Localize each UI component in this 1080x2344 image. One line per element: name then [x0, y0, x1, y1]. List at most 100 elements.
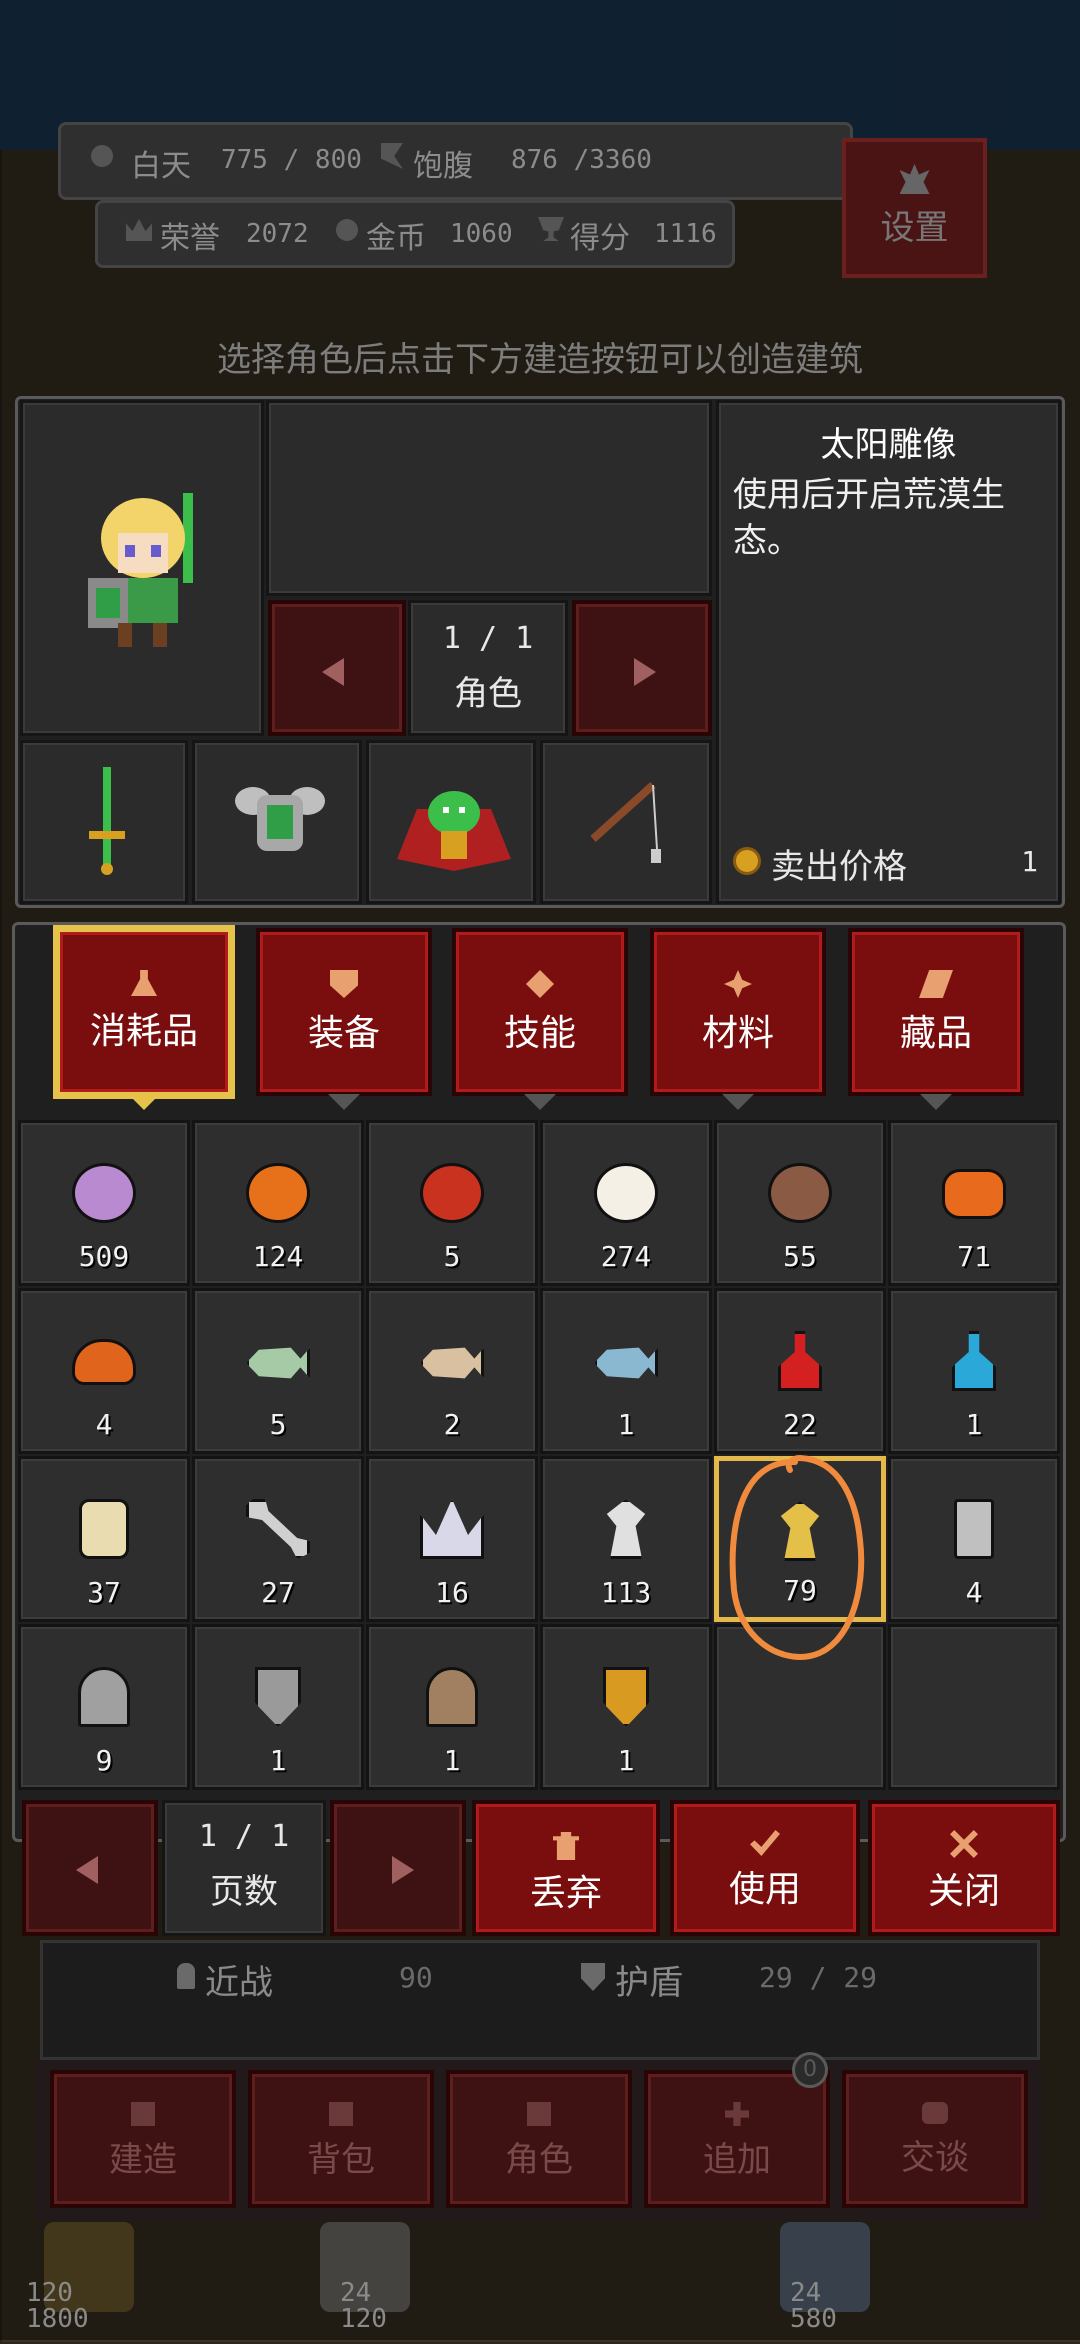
unit-value: 580	[790, 2304, 837, 2334]
menu-build-button[interactable]: 建造	[50, 2070, 236, 2208]
tab-materials[interactable]: 材料	[650, 928, 826, 1096]
menu-bag-button[interactable]: 背包	[248, 2070, 434, 2208]
shield-gold-icon	[603, 1667, 649, 1727]
hammer-icon	[131, 2102, 155, 2126]
fried-egg-icon	[594, 1163, 658, 1223]
page-indicator: 1 / 1 页数	[162, 1800, 326, 1936]
equip-slot-cape[interactable]	[366, 740, 536, 904]
item-slot[interactable]: 37	[18, 1456, 190, 1622]
blue-potion-icon	[952, 1331, 996, 1391]
discard-button[interactable]: 丢弃	[472, 1800, 660, 1936]
item-slot[interactable]: 27	[192, 1456, 364, 1622]
item-slot[interactable]: 55	[714, 1120, 886, 1286]
item-slot[interactable]: 1	[540, 1288, 712, 1454]
item-slot[interactable]: 274	[540, 1120, 712, 1286]
burger-icon	[72, 1339, 136, 1385]
character-next-button[interactable]	[572, 600, 712, 736]
item-count: 16	[435, 1576, 469, 1609]
flask-icon	[131, 970, 157, 996]
close-label: 关闭	[927, 1871, 1000, 1912]
coin-icon	[336, 219, 358, 241]
menu-add-button[interactable]: 追加	[644, 2070, 830, 2208]
item-slot[interactable]: 2	[366, 1288, 538, 1454]
item-slot[interactable]: 4	[18, 1288, 190, 1454]
trash-icon	[553, 1832, 579, 1860]
item-slot[interactable]: 22	[714, 1288, 886, 1454]
red-potion-icon	[778, 1331, 822, 1391]
shield-label: 护盾	[615, 1963, 683, 2003]
equip-slot-armor[interactable]	[192, 740, 362, 904]
fish-blue-icon	[594, 1347, 658, 1379]
close-button[interactable]: 关闭	[868, 1800, 1060, 1936]
page-label: 页数	[210, 1872, 278, 1912]
item-slot[interactable]: 509	[18, 1120, 190, 1286]
melee-value: 90	[399, 1961, 433, 1994]
item-slot[interactable]: 71	[888, 1120, 1060, 1286]
character-portrait-slot[interactable]	[20, 400, 264, 736]
menu-role-button[interactable]: 角色	[446, 2070, 632, 2208]
item-slot[interactable]: 124	[192, 1120, 364, 1286]
tab-equipment[interactable]: 装备	[256, 928, 432, 1096]
gear-icon	[899, 164, 930, 194]
character-prev-button[interactable]	[268, 600, 406, 736]
use-button[interactable]: 使用	[670, 1800, 860, 1936]
item-slot[interactable]: 5	[366, 1120, 538, 1286]
shield-value: 29 / 29	[759, 1961, 878, 1994]
cake-icon	[942, 1169, 1006, 1219]
character-preview-slot	[266, 400, 712, 596]
day-label: 白天	[131, 149, 191, 184]
tombstone-blue-icon	[426, 1667, 478, 1727]
hunger-icon	[381, 143, 403, 169]
item-slot[interactable]: 4	[888, 1456, 1060, 1622]
empty-item-slot[interactable]	[888, 1624, 1060, 1790]
check-icon	[750, 1830, 780, 1856]
item-count: 9	[95, 1744, 113, 1777]
page-next-button[interactable]	[330, 1800, 466, 1936]
item-info-box: 太阳雕像 使用后开启荒漠生态。 卖出价格 1	[716, 400, 1061, 904]
gold-label: 金币	[366, 221, 426, 256]
tab-consumables[interactable]: 消耗品	[56, 928, 232, 1096]
item-count: 124	[252, 1240, 304, 1273]
discard-label: 丢弃	[529, 1873, 602, 1914]
scroll-icon	[919, 970, 953, 998]
item-count: 1	[617, 1408, 635, 1441]
bag-icon	[329, 2102, 353, 2126]
page-prev-button[interactable]	[22, 1800, 158, 1936]
item-slot[interactable]: 5	[192, 1288, 364, 1454]
item-slot[interactable]: 1	[888, 1288, 1060, 1454]
unit-stats: 24 120	[340, 2280, 387, 2332]
sell-price-label: 卖出价格	[771, 847, 907, 887]
shield-icon	[581, 1963, 605, 1991]
tab-label: 技能	[503, 1013, 576, 1054]
shield-gray-icon	[255, 1667, 301, 1727]
tab-label: 装备	[307, 1013, 380, 1054]
item-slot[interactable]: 1	[540, 1624, 712, 1790]
tab-collectibles[interactable]: 藏品	[848, 928, 1024, 1096]
tab-skills[interactable]: 技能	[452, 928, 628, 1096]
arrow-left-icon	[76, 1856, 98, 1884]
tombstone-green-icon	[78, 1667, 130, 1727]
item-slot[interactable]: 1	[192, 1624, 364, 1790]
shield-icon	[330, 970, 358, 998]
stats-panel: 近战 90 护盾 29 / 29	[40, 1940, 1040, 2060]
unit-value: 1800	[26, 2304, 89, 2334]
item-slot[interactable]: 113	[540, 1456, 712, 1622]
trophy-icon	[538, 217, 564, 241]
pumpkin-icon	[246, 1163, 310, 1223]
item-count: 1	[269, 1744, 287, 1777]
item-count: 4	[965, 1576, 983, 1609]
goblin-cape-icon	[397, 791, 511, 871]
menu-talk-button[interactable]: 交谈	[842, 2070, 1028, 2208]
settings-button[interactable]: 设置	[842, 138, 987, 278]
menu-add-label: 追加	[703, 2140, 771, 2180]
unit-stats: 120 1800	[26, 2280, 89, 2332]
equip-slot-tool[interactable]	[540, 740, 712, 904]
equip-slot-weapon[interactable]	[20, 740, 188, 904]
item-slot[interactable]: 16	[366, 1456, 538, 1622]
fish-green-icon	[246, 1347, 310, 1379]
day-value: 775 / 800	[221, 145, 362, 175]
item-slot[interactable]: 1	[366, 1624, 538, 1790]
item-slot[interactable]: 9	[18, 1624, 190, 1790]
winged-statue-icon	[606, 1499, 646, 1559]
item-count: 2	[443, 1408, 461, 1441]
